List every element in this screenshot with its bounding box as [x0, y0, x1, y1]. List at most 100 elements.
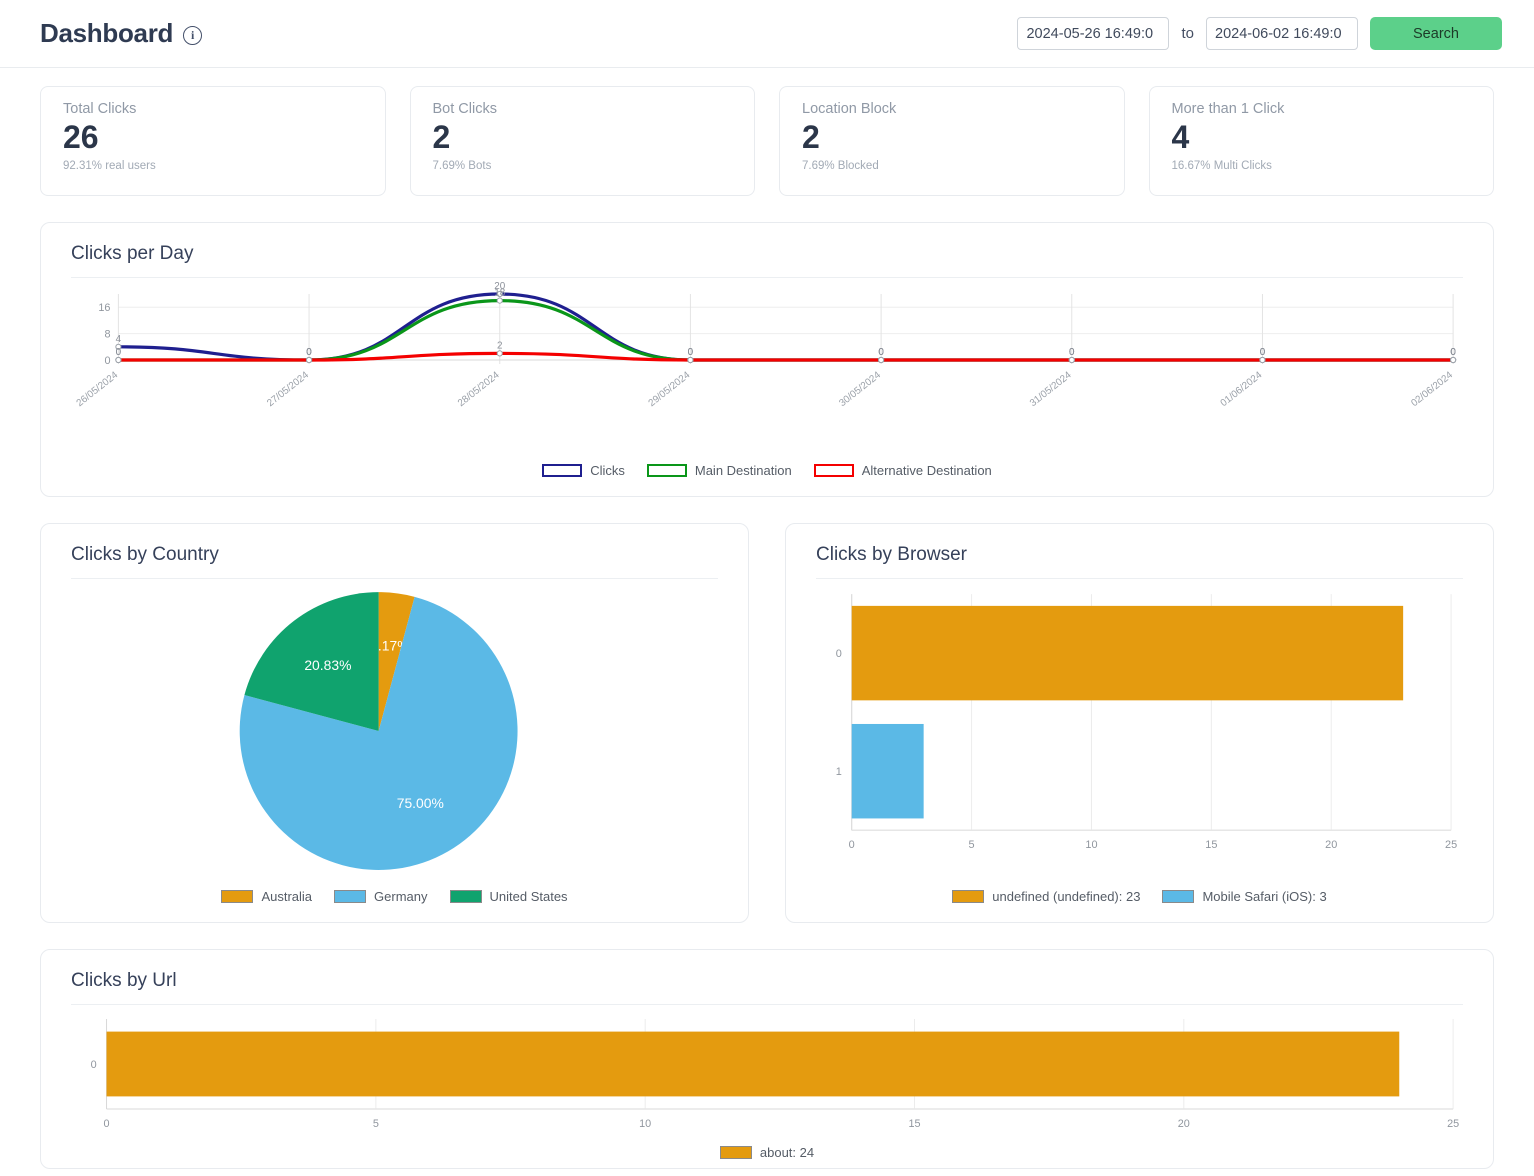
legend-item[interactable]: undefined (undefined): 23 — [952, 889, 1140, 904]
date-from-input[interactable] — [1017, 17, 1170, 50]
clicks-per-day-panel: Clicks per Day 0 8 16 4 0 20 0 0 0 0 0 0 0 18 0 0 0 0 0 0 0 2… — [40, 222, 1494, 497]
panel-title-clicks-per-day: Clicks per Day — [71, 243, 1463, 278]
svg-text:31/05/2024: 31/05/2024 — [1028, 369, 1074, 409]
svg-text:0: 0 — [688, 347, 694, 358]
legend-swatch — [1162, 890, 1195, 903]
legend-swatch — [449, 890, 482, 903]
clicks-per-day-legend: Clicks Main Destination Alternative Destin… — [71, 463, 1463, 478]
stat-card-bot-clicks: Bot Clicks 2 7.69% Bots — [409, 86, 755, 196]
stat-cards: Total Clicks 26 92.31% real users Bot Cl… — [0, 68, 1534, 196]
svg-text:0: 0 — [878, 347, 884, 358]
date-range-controls: to Search — [1017, 17, 1502, 50]
svg-text:0: 0 — [1069, 347, 1075, 358]
panel-title-clicks-by-country: Clicks by Country — [71, 544, 718, 579]
stat-card-total-clicks: Total Clicks 26 92.31% real users — [40, 86, 386, 196]
top-bar: Dashboard i to Search — [0, 0, 1534, 68]
search-button[interactable]: Search — [1370, 17, 1502, 50]
legend-label: Alternative Destination — [861, 463, 992, 478]
svg-text:29/05/2024: 29/05/2024 — [647, 369, 693, 409]
svg-text:15: 15 — [908, 1118, 920, 1130]
legend-swatch — [813, 464, 854, 477]
clicks-by-country-panel: Clicks by Country 4.17% 75.00% 20.83% Aust… — [40, 523, 749, 923]
clicks-by-url-panel: Clicks by Url 0 5 10 15 20 25 0 about: 24 — [40, 949, 1494, 1169]
svg-text:27/05/2024: 27/05/2024 — [265, 369, 311, 409]
svg-text:0: 0 — [116, 347, 122, 358]
clicks-per-day-section: Clicks per Day 0 8 16 4 0 20 0 0 0 0 0 0 0 18 0 0 0 0 0 0 0 2… — [0, 196, 1534, 497]
info-icon[interactable]: i — [183, 26, 203, 45]
legend-swatch — [646, 464, 687, 477]
legend-swatch — [952, 890, 985, 903]
svg-text:10: 10 — [639, 1118, 651, 1130]
legend-item[interactable]: Main Destination — [646, 463, 792, 478]
svg-text:20.83%: 20.83% — [304, 657, 351, 673]
legend-item[interactable]: about: 24 — [719, 1145, 815, 1160]
legend-item[interactable]: United States — [449, 889, 568, 904]
legend-label: about: 24 — [759, 1145, 815, 1160]
panel-title-clicks-by-browser: Clicks by Browser — [816, 544, 1463, 579]
date-to-input[interactable] — [1206, 17, 1358, 50]
legend-label: Clicks — [590, 463, 625, 478]
stat-value: 2 — [802, 119, 820, 155]
stat-card-more-than-1-click: More than 1 Click 4 16.67% Multi Clicks — [1148, 86, 1494, 196]
svg-text:28/05/2024: 28/05/2024 — [456, 369, 502, 409]
svg-text:01/06/2024: 01/06/2024 — [1219, 369, 1265, 409]
stat-card-location-block: Location Block 2 7.69% Blocked — [779, 86, 1125, 196]
stat-sublabel: 92.31% real users — [63, 159, 156, 172]
panel-title-clicks-by-url: Clicks by Url — [71, 970, 1463, 1005]
svg-text:0: 0 — [91, 1059, 97, 1071]
svg-text:0: 0 — [1260, 347, 1266, 358]
stat-label: Location Block — [802, 101, 897, 117]
legend-swatch — [542, 464, 583, 477]
svg-text:0: 0 — [836, 648, 842, 660]
clicks-by-url-legend: about: 24 — [71, 1145, 1463, 1160]
legend-swatch — [221, 890, 254, 903]
date-range-separator-label: to — [1181, 25, 1194, 42]
svg-text:0: 0 — [104, 355, 110, 367]
stat-sublabel: 7.69% Bots — [432, 159, 492, 172]
legend-label: Germany — [374, 889, 428, 904]
stat-sublabel: 16.67% Multi Clicks — [1171, 159, 1272, 172]
clicks-by-country-legend: Australia Germany United States — [71, 889, 718, 904]
svg-text:0: 0 — [849, 839, 855, 851]
svg-text:1: 1 — [836, 766, 842, 778]
page-title: Dashboard — [40, 18, 174, 48]
legend-item[interactable]: Mobile Safari (iOS): 3 — [1162, 889, 1327, 904]
stat-label: Bot Clicks — [432, 101, 497, 117]
legend-item[interactable]: Australia — [221, 889, 312, 904]
stat-value: 2 — [432, 119, 451, 155]
legend-item[interactable]: Clicks — [542, 463, 625, 478]
svg-text:25: 25 — [1447, 1118, 1459, 1130]
country-browser-row: Clicks by Country 4.17% 75.00% 20.83% Aust… — [0, 497, 1534, 923]
legend-swatch — [719, 1146, 752, 1159]
svg-text:20: 20 — [1178, 1118, 1190, 1130]
clicks-by-country-chart: 4.17%75.00%20.83% — [239, 592, 518, 870]
svg-text:2: 2 — [497, 340, 503, 351]
svg-text:5: 5 — [969, 839, 975, 851]
svg-text:20: 20 — [1325, 839, 1337, 851]
clicks-by-browser-chart: 0 5 10 15 20 25 0 1 — [836, 594, 1457, 851]
clicks-by-url-section: Clicks by Url 0 5 10 15 20 25 0 about: 24 — [0, 923, 1534, 1169]
svg-text:4: 4 — [116, 334, 122, 345]
legend-label: United States — [489, 889, 568, 904]
legend-item[interactable]: Alternative Destination — [813, 463, 992, 478]
svg-text:16: 16 — [98, 302, 110, 314]
clicks-per-day-chart: 081640200 0 0 0 00 0180 0 0 0 00 020 0 0 0 026/05/2024… — [75, 282, 1457, 409]
legend-label: Main Destination — [694, 463, 792, 478]
svg-text:02/06/2024: 02/06/2024 — [1409, 369, 1455, 409]
stat-value: 26 — [63, 119, 99, 155]
svg-text:8: 8 — [104, 329, 110, 341]
svg-text:75.00%: 75.00% — [397, 795, 444, 811]
stat-label: More than 1 Click — [1171, 101, 1285, 117]
clicks-by-url-chart: 0 5 10 15 20 25 0 — [91, 1019, 1459, 1130]
svg-text:30/05/2024: 30/05/2024 — [837, 369, 883, 409]
legend-label: Australia — [261, 889, 313, 904]
stat-sublabel: 7.69% Blocked — [802, 159, 879, 172]
legend-item[interactable]: Germany — [334, 889, 428, 904]
legend-swatch — [334, 890, 367, 903]
svg-text:0: 0 — [104, 1118, 110, 1130]
legend-label: undefined (undefined): 23 — [992, 889, 1141, 904]
svg-text:15: 15 — [1205, 839, 1217, 851]
svg-text:18: 18 — [494, 288, 505, 299]
svg-text:26/05/2024: 26/05/2024 — [75, 369, 121, 409]
page-title-group: Dashboard i — [40, 18, 203, 49]
